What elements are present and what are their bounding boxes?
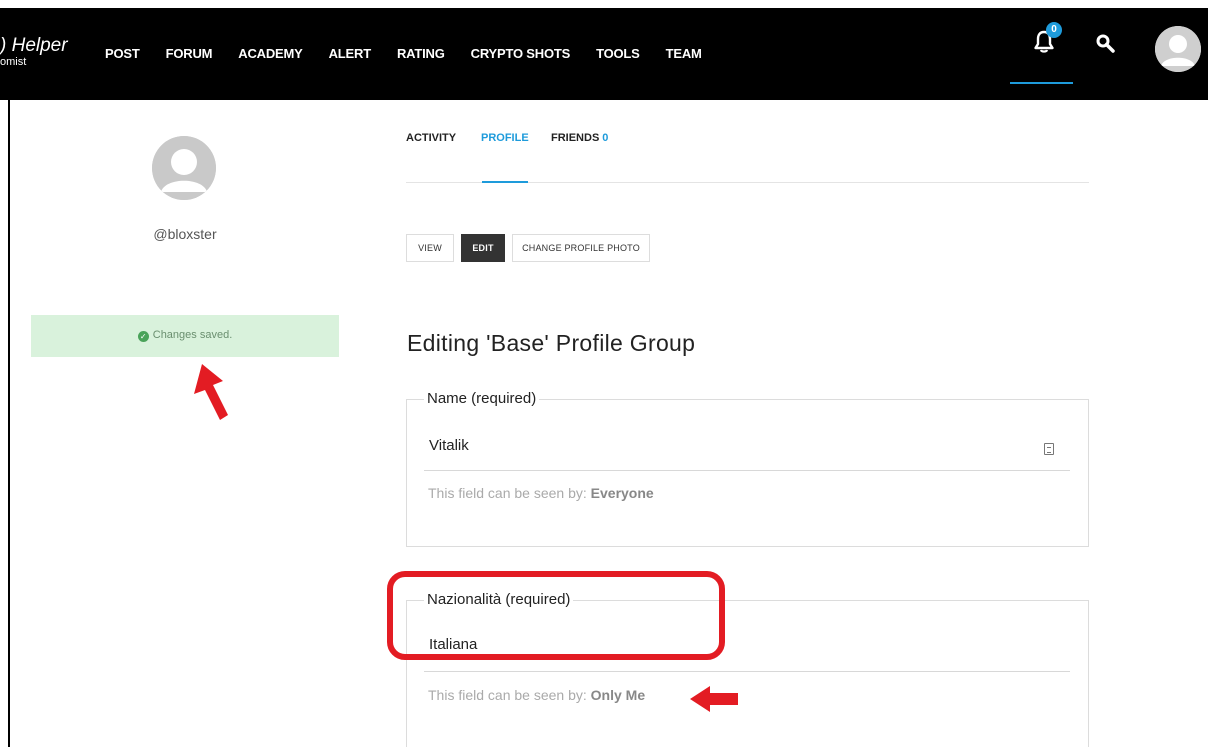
page-left-border xyxy=(8,92,10,747)
visibility-value[interactable]: Everyone xyxy=(591,485,654,501)
nav-team[interactable]: TEAM xyxy=(666,46,702,61)
notice-text: Changes saved. xyxy=(152,329,233,341)
contact-card-icon[interactable] xyxy=(1044,443,1054,455)
tab-friends[interactable]: FRIENDS 0 xyxy=(551,132,608,144)
site-logo[interactable]: ) Helper omist xyxy=(0,36,68,68)
visibility-prefix: This field can be seen by: xyxy=(428,485,591,501)
bell-active-underline xyxy=(1010,82,1073,84)
search-icon[interactable] xyxy=(1096,34,1116,54)
nav-tools[interactable]: TOOLS xyxy=(596,46,640,61)
nationality-field-underline xyxy=(424,671,1070,672)
red-arrow-up-annotation xyxy=(194,364,228,420)
tab-profile[interactable]: PROFILE xyxy=(481,132,529,144)
nav-rating[interactable]: RATING xyxy=(397,46,445,61)
tab-active-underline xyxy=(482,181,528,183)
visibility-prefix: This field can be seen by: xyxy=(428,687,591,703)
profile-avatar[interactable] xyxy=(152,136,216,200)
name-field-underline xyxy=(424,470,1070,471)
main-nav: POST FORUM ACADEMY ALERT RATING CRYPTO S… xyxy=(105,46,728,61)
change-profile-photo-button[interactable]: CHANGE PROFILE PHOTO xyxy=(512,234,650,262)
nav-crypto-shots[interactable]: CRYPTO SHOTS xyxy=(471,46,571,61)
name-legend: Name (required) xyxy=(424,390,540,407)
name-visibility: This field can be seen by: Everyone xyxy=(428,485,654,501)
user-avatar[interactable] xyxy=(1155,26,1201,72)
friends-count: 0 xyxy=(602,132,609,144)
nationality-visibility: This field can be seen by: Only Me xyxy=(428,687,645,703)
logo-subtitle: omist xyxy=(0,56,27,68)
red-arrow-left-annotation xyxy=(690,686,738,712)
notification-count-badge: 0 xyxy=(1046,22,1062,38)
profile-silhouette-icon xyxy=(152,136,216,200)
success-notice-content: ✓ Changes saved. xyxy=(31,329,339,342)
edit-button[interactable]: EDIT xyxy=(461,234,505,262)
name-field[interactable]: Vitalik xyxy=(429,437,469,454)
profile-handle: @bloxster xyxy=(153,226,217,242)
tab-activity[interactable]: ACTIVITY xyxy=(406,132,456,144)
view-button[interactable]: VIEW xyxy=(406,234,454,262)
logo-title: ) Helper xyxy=(0,35,68,56)
visibility-value[interactable]: Only Me xyxy=(591,687,645,703)
nav-academy[interactable]: ACADEMY xyxy=(238,46,303,61)
name-fieldset: Name (required) Vitalik This field can b… xyxy=(406,390,1089,547)
red-highlight-annotation xyxy=(387,571,725,660)
page-title: Editing 'Base' Profile Group xyxy=(407,330,696,356)
nav-alert[interactable]: ALERT xyxy=(329,46,372,61)
nav-forum[interactable]: FORUM xyxy=(166,46,213,61)
user-silhouette-icon xyxy=(1155,26,1201,72)
check-circle-icon: ✓ xyxy=(137,331,149,342)
top-navbar: ) Helper omist POST FORUM ACADEMY ALERT … xyxy=(0,8,1208,100)
success-notice: ✓ Changes saved. xyxy=(31,315,339,357)
page: ) Helper omist POST FORUM ACADEMY ALERT … xyxy=(0,0,1208,747)
tab-friends-label: FRIENDS xyxy=(551,132,600,144)
nav-post[interactable]: POST xyxy=(105,46,140,61)
